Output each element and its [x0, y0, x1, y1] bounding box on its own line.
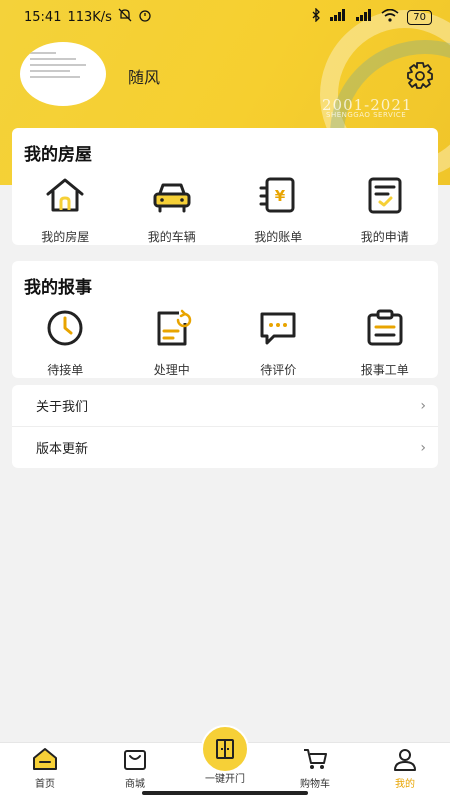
tab-mine[interactable]: 我的	[360, 743, 450, 800]
battery-indicator: 70	[407, 9, 432, 25]
pending-review-label: 待评价	[260, 363, 297, 377]
wifi-icon	[381, 8, 399, 26]
my-house-card: 我的房屋 我的房屋 我的车辆 ¥ 我的账单 我的申请	[12, 128, 438, 245]
pending-accept-item[interactable]: 待接单	[12, 307, 119, 378]
mute-icon	[118, 8, 132, 26]
home-indicator	[142, 791, 308, 795]
clipboard-icon	[367, 309, 403, 346]
settings-list-card: 关于我们 › 版本更新 ›	[12, 385, 438, 468]
my-vehicle-item[interactable]: 我的车辆	[119, 174, 226, 245]
user-icon	[394, 749, 416, 771]
my-report-title: 我的报事	[24, 278, 92, 298]
processing-item[interactable]: 处理中	[119, 307, 226, 378]
one-key-open-door-label: 一键开门	[205, 774, 245, 785]
comment-icon	[260, 312, 296, 345]
processing-icon	[157, 309, 191, 346]
pending-review-item[interactable]: 待评价	[225, 307, 332, 378]
tab-home-label: 首页	[35, 779, 55, 790]
cart-icon	[304, 749, 327, 769]
status-speed: 113K/s	[67, 9, 112, 25]
chevron-right-icon: ›	[420, 439, 426, 456]
tab-cart-label: 购物车	[300, 779, 330, 790]
status-time: 15:41	[24, 9, 62, 25]
signal-2-icon	[355, 9, 373, 25]
status-bar: 15:41 113K/s 70	[0, 0, 450, 34]
door-icon	[216, 739, 234, 759]
my-report-card: 我的报事 待接单 处理中 待评价 报事工单	[12, 261, 438, 378]
application-icon	[368, 177, 402, 214]
processing-label: 处理中	[153, 363, 190, 377]
bill-icon: ¥	[259, 177, 295, 213]
tab-mine-label: 我的	[395, 779, 415, 790]
pending-accept-label: 待接单	[47, 363, 84, 377]
version-update-label: 版本更新	[36, 442, 89, 457]
avatar[interactable]	[20, 42, 106, 106]
my-bill-item[interactable]: ¥ 我的账单	[225, 174, 332, 245]
my-house-item[interactable]: 我的房屋	[12, 174, 119, 245]
my-application-item[interactable]: 我的申请	[332, 174, 439, 245]
my-bill-label: 我的账单	[254, 230, 303, 244]
bluetooth-icon	[311, 7, 321, 26]
report-order-label: 报事工单	[360, 363, 409, 377]
car-icon	[153, 183, 191, 213]
my-house-title: 我的房屋	[24, 145, 92, 165]
alarm-icon	[138, 8, 152, 26]
my-house-label: 我的房屋	[41, 230, 90, 244]
house-icon	[46, 178, 84, 212]
settings-button[interactable]	[404, 60, 436, 92]
clock-icon	[47, 310, 83, 346]
chevron-right-icon: ›	[420, 397, 426, 414]
one-key-open-door-button[interactable]	[201, 725, 249, 773]
username: 随风	[128, 68, 161, 87]
tab-home[interactable]: 首页	[0, 743, 90, 800]
signal-icon	[329, 9, 347, 25]
version-update-row[interactable]: 版本更新 ›	[12, 427, 438, 468]
my-vehicle-label: 我的车辆	[147, 230, 196, 244]
tab-mall-label: 商城	[125, 779, 145, 790]
gear-icon	[407, 62, 433, 89]
watermark-text: SHENGGAO SERVICE	[326, 111, 407, 119]
about-us-row[interactable]: 关于我们 ›	[12, 385, 438, 426]
home-icon	[33, 748, 57, 770]
shopping-bag-icon	[124, 750, 146, 770]
about-us-label: 关于我们	[36, 400, 89, 415]
my-application-label: 我的申请	[360, 230, 409, 244]
svg-text:¥: ¥	[275, 187, 286, 205]
report-order-item[interactable]: 报事工单	[332, 307, 439, 378]
